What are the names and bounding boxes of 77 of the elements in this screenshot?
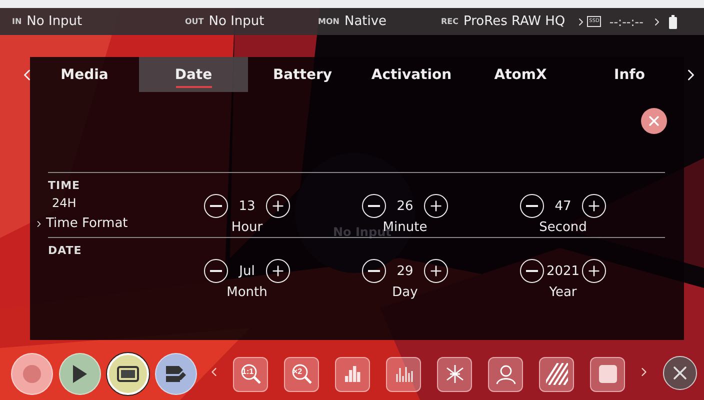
status-label: IN (12, 17, 22, 26)
tab[interactable]: Info (575, 57, 684, 92)
increment-button[interactable] (582, 259, 606, 283)
status-label: MON (318, 17, 340, 26)
increment-button[interactable] (424, 259, 448, 283)
plus-icon (270, 263, 286, 279)
decrement-button[interactable] (520, 194, 544, 218)
decrement-button[interactable] (362, 259, 386, 283)
minus-icon (368, 270, 380, 272)
play-icon (72, 364, 88, 384)
tool-button[interactable] (539, 356, 574, 392)
increment-button[interactable] (266, 259, 290, 283)
status-value: ProRes RAW HQ (464, 14, 566, 29)
field-value: 29 (396, 264, 414, 278)
waveform-icon (394, 364, 414, 384)
decrement-button[interactable] (204, 194, 228, 218)
plus-icon (586, 263, 602, 279)
increment-button[interactable] (424, 194, 448, 218)
tool-button[interactable] (386, 356, 421, 392)
battery-icon (669, 14, 678, 28)
minus-icon (526, 205, 538, 207)
tool-button[interactable] (590, 356, 625, 392)
field-value: 47 (554, 198, 572, 214)
zoom-label: ×2 (293, 366, 302, 376)
status-label: REC (441, 17, 458, 26)
tool-button[interactable] (335, 356, 370, 392)
increment-button[interactable] (266, 194, 290, 218)
magnifier-icon (238, 362, 262, 386)
person-icon (494, 363, 516, 386)
square-icon (598, 364, 618, 384)
close-icon (646, 113, 662, 129)
field-label: Month (226, 285, 268, 300)
tool-button[interactable] (488, 356, 523, 392)
increment-button[interactable] (582, 194, 606, 218)
close-button[interactable] (641, 108, 667, 134)
field-value: 2021 (546, 264, 580, 278)
stripes-icon (546, 363, 568, 386)
tags-icon (165, 364, 187, 383)
tab[interactable]: Media (30, 57, 139, 92)
plus-icon (270, 198, 286, 214)
status-value: No Input (26, 14, 82, 29)
field-label: Hour (231, 220, 263, 235)
record-icon (22, 364, 42, 384)
tool-button[interactable] (437, 356, 472, 392)
tab[interactable]: Date (139, 57, 248, 92)
tab[interactable]: Activation (357, 57, 466, 92)
field-label: Year (549, 285, 577, 300)
plus-icon (428, 263, 444, 279)
monitor-icon (117, 366, 139, 382)
decrement-button[interactable] (520, 259, 544, 283)
status-value: No Input (208, 14, 264, 29)
decrement-button[interactable] (362, 194, 386, 218)
field-label: Day (392, 285, 418, 300)
time-format-setting[interactable]: 24H Time Format (34, 192, 168, 235)
decrement-button[interactable] (204, 259, 228, 283)
minus-icon (526, 270, 538, 272)
plus-icon (586, 198, 602, 214)
tab[interactable]: AtomX (466, 57, 575, 92)
minus-icon (368, 205, 380, 207)
status-label: OUT (185, 17, 204, 26)
minus-icon (210, 270, 222, 272)
field-label: Second (539, 220, 587, 235)
section-title: TIME (48, 179, 82, 192)
minus-icon (210, 205, 222, 207)
tool-button[interactable]: ×2 (284, 356, 319, 392)
section-title: DATE (48, 244, 83, 257)
timecode: --:--:-- (609, 14, 644, 28)
field-value: 13 (238, 198, 256, 214)
plus-icon (428, 198, 444, 214)
histogram-icon (342, 364, 362, 384)
tool-button[interactable]: 1:1 (233, 356, 268, 392)
status-value: Native (344, 14, 387, 29)
field-value: 26 (396, 198, 414, 214)
field-value: Jul (238, 264, 256, 278)
magnifier-icon (290, 362, 314, 386)
zoom-label: 1:1 (242, 366, 254, 376)
tab[interactable]: Battery (248, 57, 357, 92)
